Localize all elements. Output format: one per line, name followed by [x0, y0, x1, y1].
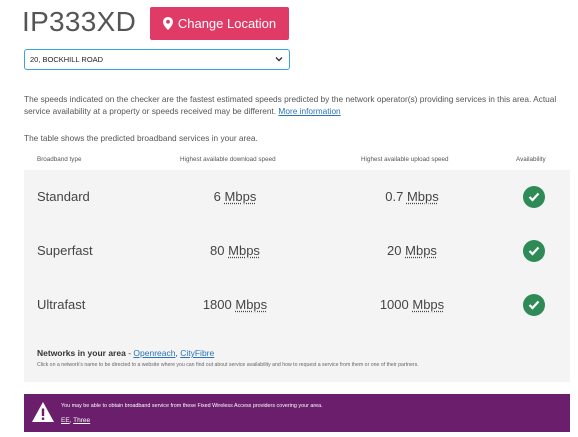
address-select-value: 20, BOCKHILL ROAD	[30, 55, 104, 64]
change-location-button[interactable]: Change Location	[150, 7, 289, 40]
download-value: 6	[213, 189, 221, 204]
row-type: Standard	[37, 189, 90, 204]
networks-separator: -	[128, 348, 132, 358]
upload-unit: Mbps	[405, 243, 437, 258]
networks-note: Click on a network's name to be directed…	[37, 362, 419, 368]
check-circle-icon	[523, 240, 545, 262]
row-download-speed: 1800 Mbps	[165, 297, 305, 312]
row-upload-speed: 0.7 Mbps	[342, 189, 482, 204]
networks-label: Networks in your area	[37, 348, 126, 358]
row-type: Ultrafast	[37, 297, 86, 312]
row-upload-speed: 1000 Mbps	[342, 297, 482, 312]
download-unit: Mbps	[224, 189, 257, 204]
speed-disclaimer: The speeds indicated on the checker are …	[24, 93, 569, 117]
row-type: Superfast	[37, 243, 93, 258]
check-circle-icon	[523, 294, 545, 316]
fwa-provider-links: EE, Three	[61, 417, 91, 424]
chevron-down-icon	[275, 57, 283, 62]
row-upload-speed: 20 Mbps	[342, 243, 482, 258]
row-download-speed: 6 Mbps	[165, 189, 305, 204]
map-pin-icon	[162, 17, 173, 30]
provider-link-ee[interactable]: EE	[61, 417, 70, 424]
fwa-message: You may be able to obtain broadband serv…	[61, 403, 323, 409]
upload-value: 20	[387, 243, 402, 258]
header-upload-speed: Highest available upload speed	[361, 156, 449, 163]
download-value: 1800	[202, 297, 232, 312]
network-link-cityfibre[interactable]: CityFibre	[180, 348, 214, 358]
warning-icon	[32, 402, 54, 422]
upload-value: 0.7	[385, 189, 404, 204]
fwa-banner: You may be able to obtain broadband serv…	[24, 394, 570, 432]
change-location-label: Change Location	[177, 16, 277, 31]
table-intro: The table shows the predicted broadband …	[24, 133, 258, 143]
postcode-heading: IP333XD	[22, 6, 137, 37]
row-download-speed: 80 Mbps	[165, 243, 305, 258]
header-broadband-type: Broadband type	[37, 156, 82, 163]
upload-value: 1000	[379, 297, 409, 312]
download-unit: Mbps	[228, 243, 260, 258]
download-unit: Mbps	[235, 297, 268, 312]
more-information-link[interactable]: More information	[278, 106, 340, 116]
network-link-openreach[interactable]: Openreach	[133, 348, 175, 358]
check-circle-icon	[523, 186, 545, 208]
networks-in-area: Networks in your area - Openreach, CityF…	[37, 348, 215, 358]
provider-link-three[interactable]: Three	[73, 417, 90, 424]
header-availability: Availability	[516, 156, 546, 163]
address-select[interactable]: 20, BOCKHILL ROAD	[24, 49, 290, 70]
upload-unit: Mbps	[412, 297, 445, 312]
header-download-speed: Highest available download speed	[180, 156, 276, 163]
upload-unit: Mbps	[406, 189, 439, 204]
download-value: 80	[210, 243, 225, 258]
